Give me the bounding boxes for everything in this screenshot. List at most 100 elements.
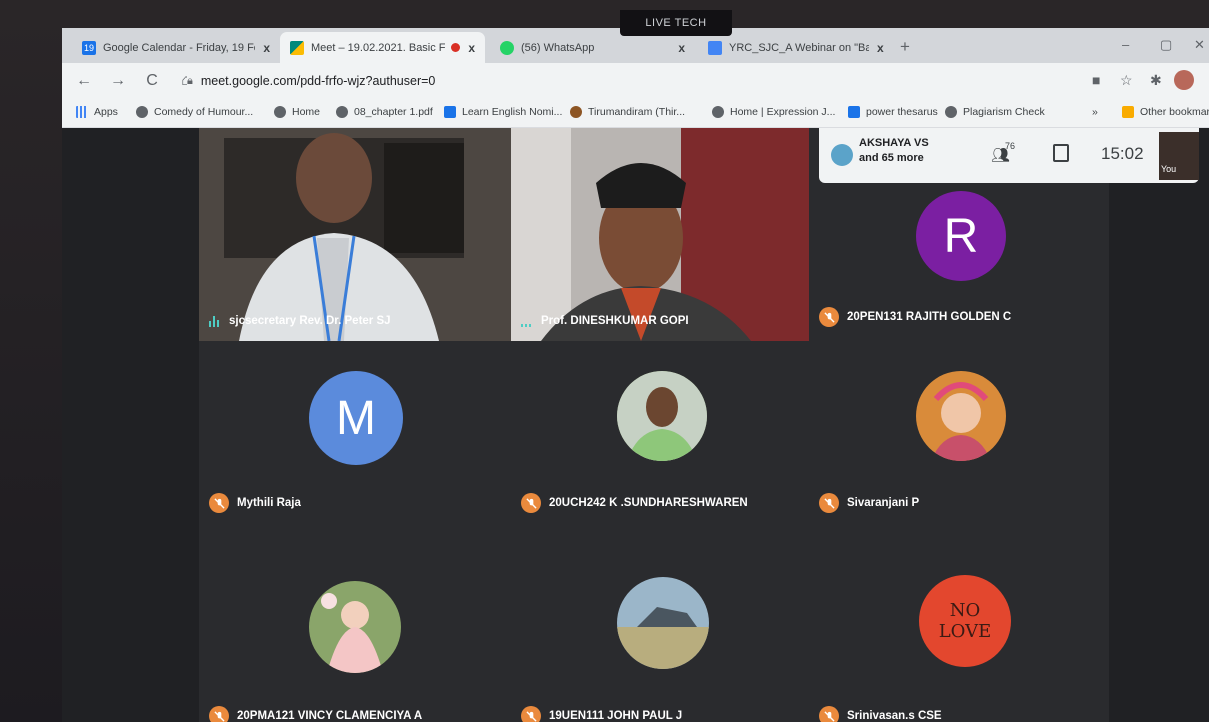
avatar-photo xyxy=(617,371,707,461)
avatar-photo xyxy=(309,581,401,673)
close-tab-icon[interactable]: x xyxy=(678,41,685,55)
meet-call-area: sjcsecretary Rev. Dr. Peter SJ Prof. DIN… xyxy=(62,128,1209,722)
tab-title: YRC_SJC_A Webinar on "Basic Fi xyxy=(729,41,869,54)
participant-name-text: Mythili Raja xyxy=(237,497,301,509)
bookmark-label: power thesarus xyxy=(866,106,938,118)
participant-name: 20PMA121 VINCY CLAMENCIYA A xyxy=(209,706,422,722)
globe-icon xyxy=(136,106,148,118)
reload-button[interactable]: C xyxy=(140,72,164,90)
participant-tile[interactable]: Prof. DINESHKUMAR GOPI xyxy=(511,128,809,341)
tab-google-calendar[interactable]: 19 Google Calendar - Friday, 19 Fe x xyxy=(72,32,280,63)
avatar-graffiti-text: LOVE xyxy=(938,621,992,642)
bookmark-other[interactable]: Other bookmarks xyxy=(1122,106,1209,118)
bookmarks-bar: Apps Comedy of Humour... Home 08_chapter… xyxy=(62,99,1209,128)
participant-tile[interactable]: 20PMA121 VINCY CLAMENCIYA A xyxy=(199,527,511,722)
self-view-thumbnail[interactable]: You xyxy=(1159,132,1199,180)
restore-button[interactable]: ▢ xyxy=(1160,37,1172,53)
bookmark-home[interactable]: Home xyxy=(274,106,320,118)
url-text: meet.google.com/pdd-frfo-wjz?authuser=0 xyxy=(200,74,436,88)
browser-toolbar: ← → C ⌂ 🔒︎ meet.google.com/pdd-frfo-wjz?… xyxy=(62,63,1209,99)
globe-icon xyxy=(336,106,348,118)
bookmark-label: 08_chapter 1.pdf xyxy=(354,106,433,118)
tab-webinar[interactable]: YRC_SJC_A Webinar on "Basic Fi x xyxy=(698,32,898,63)
bookmark-power-thesaurus[interactable]: power thesarus xyxy=(848,106,938,118)
participant-name-text: Srinivasan.s CSE xyxy=(847,710,942,722)
participant-tile[interactable]: 19UEN111 JOHN PAUL J xyxy=(511,527,809,722)
participant-tile[interactable]: NO LOVE Srinivasan.s CSE xyxy=(809,527,1109,722)
back-button[interactable]: ← xyxy=(72,72,96,90)
extensions-icon[interactable]: ✱ xyxy=(1150,72,1162,89)
calendar-icon: 19 xyxy=(82,40,96,55)
recording-indicator-icon xyxy=(451,43,461,52)
bookmark-expression[interactable]: Home | Expression J... xyxy=(712,106,835,118)
bookmark-comedy[interactable]: Comedy of Humour... xyxy=(136,106,253,118)
globe-icon xyxy=(712,106,724,118)
participant-name-text: sjcsecretary Rev. Dr. Peter SJ xyxy=(229,315,391,327)
mic-off-icon xyxy=(209,493,229,513)
people-summary: AKSHAYA VS and 65 more xyxy=(859,136,929,166)
bookmark-label: Comedy of Humour... xyxy=(154,106,254,118)
participant-tile[interactable]: sjcsecretary Rev. Dr. Peter SJ xyxy=(199,128,511,341)
flag-icon xyxy=(444,106,456,118)
lock-icon: 🔒︎ xyxy=(187,74,193,87)
new-tab-button[interactable]: + xyxy=(900,37,910,57)
close-tab-icon[interactable]: x xyxy=(877,41,884,55)
bookmark-label: Other bookmarks xyxy=(1140,106,1209,118)
folder-icon xyxy=(1122,106,1134,118)
close-tab-icon[interactable]: x xyxy=(468,41,475,55)
tab-title: Meet – 19.02.2021. Basic Fir xyxy=(311,41,446,54)
minimize-button[interactable]: – xyxy=(1122,37,1129,52)
tab-google-meet[interactable]: Meet – 19.02.2021. Basic Fir x xyxy=(280,32,485,63)
tab-title: (56) WhatsApp xyxy=(521,41,595,54)
bookmark-label: Learn English Nomi... xyxy=(462,106,563,118)
bookmark-plagiarism[interactable]: Plagiarism Check xyxy=(945,106,1045,118)
bookmark-label: Home | Expression J... xyxy=(730,106,836,118)
camera-indicator-icon[interactable]: ■ xyxy=(1092,72,1100,88)
bookmark-label: Plagiarism Check xyxy=(963,106,1045,118)
participant-tile[interactable]: 20UCH242 K .SUNDHARESHWAREN xyxy=(511,341,809,527)
participant-name: 19UEN111 JOHN PAUL J xyxy=(521,706,682,722)
participant-video xyxy=(511,128,809,341)
apps-icon xyxy=(76,106,88,118)
bookmark-label: Tirumandiram (Thir... xyxy=(588,106,686,118)
close-tab-icon[interactable]: x xyxy=(263,41,270,55)
participant-avatar xyxy=(309,581,401,673)
photo-frame: LIVE TECH 19 Google Calendar - Friday, 1… xyxy=(0,0,1209,722)
tab-whatsapp[interactable]: (56) WhatsApp x xyxy=(490,32,695,63)
address-bar[interactable]: 🔒︎ meet.google.com/pdd-frfo-wjz?authuser… xyxy=(187,67,1087,95)
browser-window: 19 Google Calendar - Friday, 19 Fe x Mee… xyxy=(62,28,1209,722)
globe-icon xyxy=(945,106,957,118)
participant-count: 76 xyxy=(1005,141,1016,151)
mic-off-icon xyxy=(521,493,541,513)
participant-avatar: M xyxy=(309,371,403,465)
participant-name: sjcsecretary Rev. Dr. Peter SJ xyxy=(209,315,391,327)
participant-name: Prof. DINESHKUMAR GOPI xyxy=(521,315,689,327)
participant-name: 20UCH242 K .SUNDHARESHWAREN xyxy=(521,493,748,513)
participant-avatar xyxy=(617,577,709,669)
participant-name: Srinivasan.s CSE xyxy=(819,706,942,722)
chat-icon[interactable] xyxy=(1053,144,1069,162)
avatar-letter: M xyxy=(336,391,376,445)
speaking-indicator-icon xyxy=(521,315,535,327)
participant-video xyxy=(199,128,511,341)
bookmark-chapter[interactable]: 08_chapter 1.pdf xyxy=(336,106,433,118)
avatar-photo xyxy=(916,371,1006,461)
bookmark-apps[interactable]: Apps xyxy=(76,106,118,118)
star-icon[interactable]: ☆ xyxy=(1120,72,1133,89)
profile-avatar[interactable] xyxy=(1174,70,1194,90)
participant-name: Mythili Raja xyxy=(209,493,301,513)
participant-name-text: 20PEN131 RAJITH GOLDEN C xyxy=(847,311,1012,323)
bookmark-tirumandiram[interactable]: Tirumandiram (Thir... xyxy=(570,106,685,118)
bookmarks-overflow-button[interactable]: » xyxy=(1092,106,1098,118)
globe-icon xyxy=(274,106,286,118)
bookmark-learn-english[interactable]: Learn English Nomi... xyxy=(444,106,562,118)
people-line-2: and 65 more xyxy=(859,152,924,164)
people-line-1: AKSHAYA VS xyxy=(859,137,929,149)
close-window-button[interactable]: ✕ xyxy=(1194,37,1205,53)
participant-tile[interactable]: M Mythili Raja xyxy=(199,341,511,527)
bookmark-label: Home xyxy=(292,106,321,118)
participant-avatar xyxy=(617,371,707,461)
self-label: You xyxy=(1161,164,1177,174)
forward-button[interactable]: → xyxy=(106,72,130,90)
participant-tile[interactable]: Sivaranjani P xyxy=(809,341,1109,527)
